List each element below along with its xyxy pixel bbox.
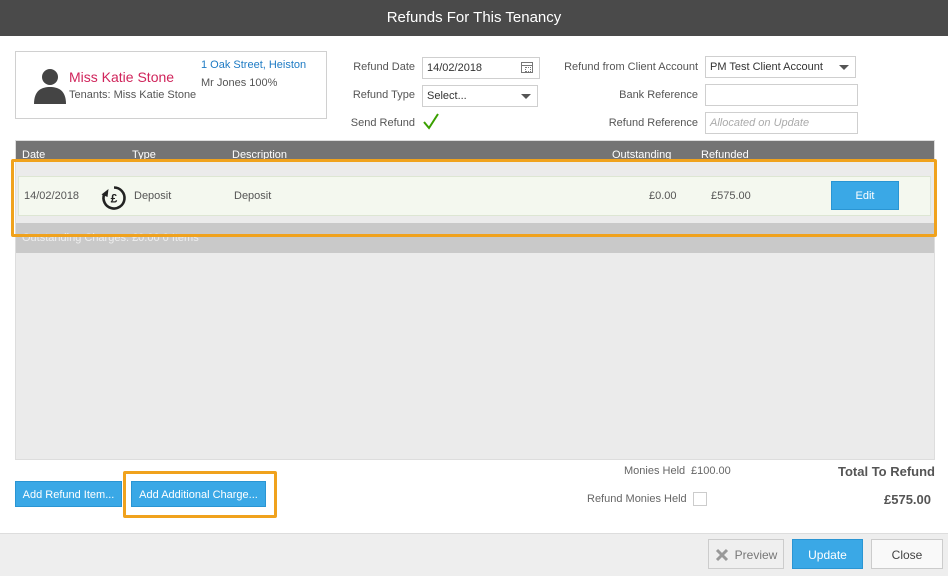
tenant-card: Miss Katie Stone Tenants: Miss Katie Sto… bbox=[15, 51, 327, 119]
monies-held-value: £100.00 bbox=[691, 465, 731, 477]
refund-reference-input[interactable]: Allocated on Update bbox=[705, 112, 858, 134]
refund-date-label: Refund Date bbox=[353, 61, 415, 73]
close-button[interactable]: Close bbox=[871, 539, 943, 569]
dialog-footer: Preview Update Close bbox=[0, 533, 948, 576]
highlight-row-outline bbox=[11, 159, 937, 237]
tenants-line: Tenants: Miss Katie Stone bbox=[69, 89, 197, 101]
total-to-refund-value: £575.00 bbox=[884, 492, 931, 507]
highlight-button-outline bbox=[123, 471, 277, 518]
client-account-select[interactable]: PM Test Client Account bbox=[705, 56, 856, 78]
send-refund-label: Send Refund bbox=[350, 117, 415, 129]
client-account-value: PM Test Client Account bbox=[710, 61, 823, 73]
refund-type-value: Select... bbox=[427, 90, 467, 102]
client-account-label: Refund from Client Account bbox=[564, 61, 698, 73]
refund-monies-held-label: Refund Monies Held bbox=[587, 493, 687, 505]
refund-date-value: 14/02/2018 bbox=[427, 62, 483, 74]
landlord-share: Mr Jones 100% bbox=[201, 77, 278, 89]
window-title: Refunds For This Tenancy bbox=[0, 0, 948, 36]
property-address-link[interactable]: 1 Oak Street, Heiston bbox=[201, 59, 306, 71]
refund-type-select[interactable]: Select... bbox=[422, 85, 538, 107]
update-button[interactable]: Update bbox=[792, 539, 863, 569]
close-x-icon bbox=[715, 548, 728, 561]
bank-reference-label: Bank Reference bbox=[619, 89, 698, 101]
total-to-refund-label: Total To Refund bbox=[838, 464, 935, 479]
monies-held-label: Monies Held bbox=[624, 465, 686, 477]
refund-monies-held-checkbox[interactable] bbox=[693, 492, 707, 506]
chevron-down-icon bbox=[521, 94, 531, 99]
refund-type-label: Refund Type bbox=[352, 89, 415, 101]
preview-button-label: Preview bbox=[734, 548, 778, 562]
bank-reference-input[interactable] bbox=[705, 84, 858, 106]
send-refund-checkmark-icon[interactable] bbox=[423, 113, 439, 131]
chevron-down-icon bbox=[839, 65, 849, 70]
calendar-icon[interactable] bbox=[521, 62, 533, 73]
refund-date-field[interactable]: 14/02/2018 bbox=[422, 57, 540, 79]
add-refund-item-button[interactable]: Add Refund Item... bbox=[15, 481, 122, 507]
grid-header: Date Type Description Outstanding Refund… bbox=[16, 141, 934, 161]
tenant-name: Miss Katie Stone bbox=[69, 69, 175, 85]
preview-button[interactable]: Preview bbox=[708, 539, 784, 569]
person-icon bbox=[34, 69, 66, 104]
refund-reference-label: Refund Reference bbox=[608, 117, 698, 129]
